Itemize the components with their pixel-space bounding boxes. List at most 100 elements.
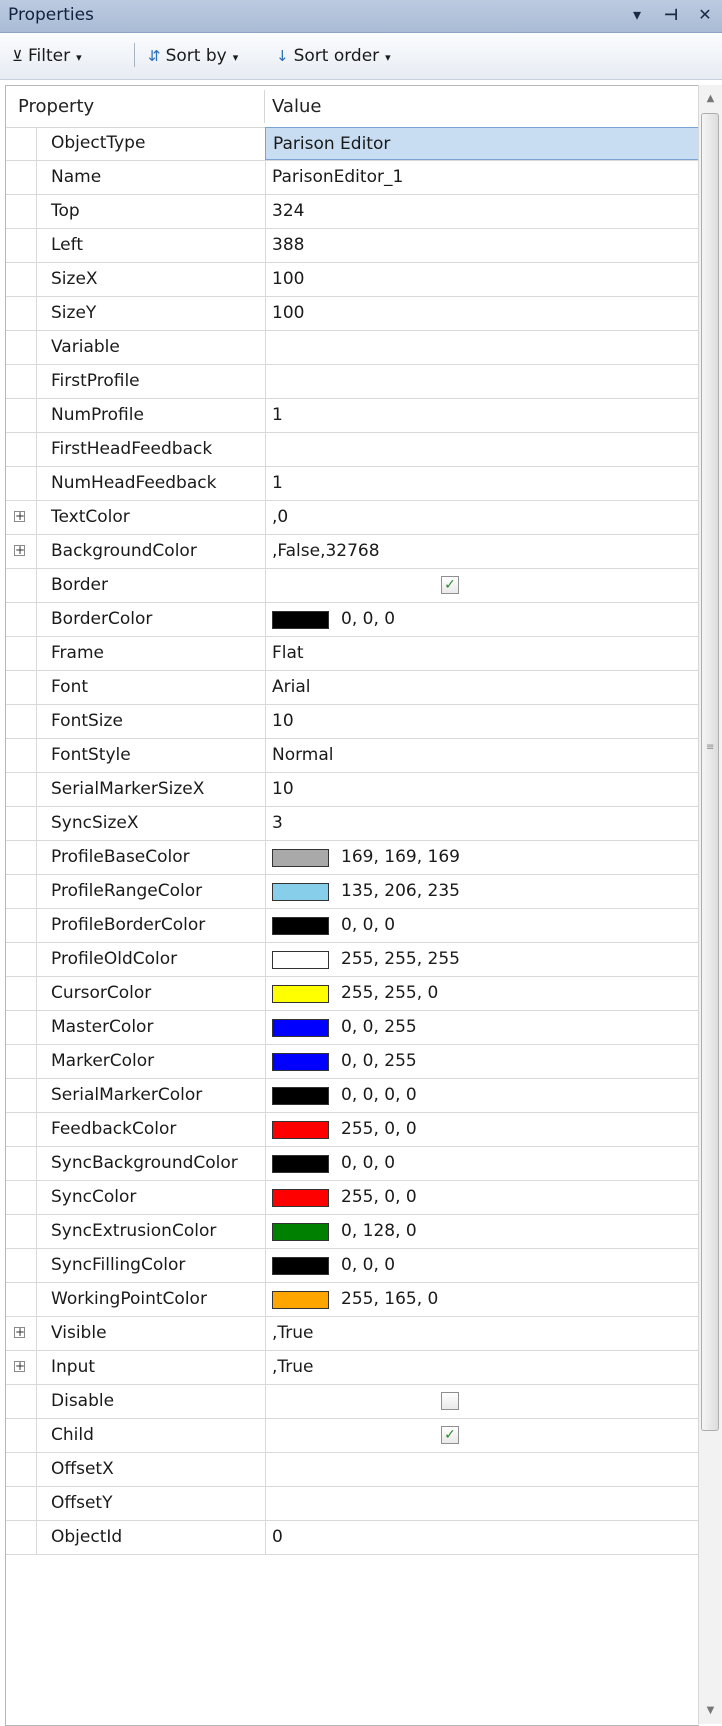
property-value-cell[interactable]: 100 [265,263,699,296]
property-value-cell[interactable]: 255, 165, 0 [265,1283,699,1316]
property-value-cell[interactable]: 0, 0, 255 [265,1011,699,1044]
property-row[interactable]: SyncSizeX 3 [6,807,699,841]
property-row[interactable]: ObjectType Parison Editor [6,127,699,161]
color-swatch[interactable] [272,1257,329,1275]
sort-by-button[interactable]: ⇵ Sort by ▾ [148,46,238,66]
property-value-cell[interactable]: 1 [265,467,699,500]
property-value-cell[interactable]: 1 [265,399,699,432]
property-value-cell[interactable] [265,1453,699,1486]
property-row[interactable]: ProfileOldColor 255, 255, 255 [6,943,699,977]
property-value-cell[interactable]: 10 [265,773,699,806]
scroll-down-icon[interactable]: ▼ [703,1703,718,1718]
color-swatch[interactable] [272,951,329,969]
property-row[interactable]: SyncExtrusionColor 0, 128, 0 [6,1215,699,1249]
property-value-cell[interactable]: 255, 0, 0 [265,1181,699,1214]
property-row[interactable]: MarkerColor 0, 0, 255 [6,1045,699,1079]
property-row[interactable]: OffsetY [6,1487,699,1521]
property-value-cell[interactable]: 0 [265,1521,699,1554]
property-row[interactable]: + Visible ,True [6,1317,699,1351]
sort-order-button[interactable]: ↓ Sort order ▾ [276,46,391,66]
property-value-cell[interactable]: ✓ [265,1419,699,1452]
property-value-cell[interactable]: 0, 0, 0 [265,909,699,942]
property-row[interactable]: SizeY 100 [6,297,699,331]
property-row[interactable]: + Input ,True [6,1351,699,1385]
color-swatch[interactable] [272,1019,329,1037]
property-value-cell[interactable]: 100 [265,297,699,330]
color-swatch[interactable] [272,917,329,935]
property-value-cell[interactable]: ,True [265,1351,699,1384]
property-row[interactable]: FontSize 10 [6,705,699,739]
checkbox-unchecked[interactable] [441,1392,459,1410]
property-row[interactable]: ProfileBorderColor 0, 0, 0 [6,909,699,943]
property-row[interactable]: OffsetX [6,1453,699,1487]
property-row[interactable]: Top 324 [6,195,699,229]
property-row[interactable]: Left 388 [6,229,699,263]
property-value-cell[interactable]: 255, 0, 0 [265,1113,699,1146]
property-value-cell[interactable] [265,1385,699,1418]
checkbox-checked[interactable]: ✓ [441,576,459,594]
expand-icon[interactable]: + [14,1326,25,1338]
property-row[interactable]: WorkingPointColor 255, 165, 0 [6,1283,699,1317]
property-row[interactable]: SyncBackgroundColor 0, 0, 0 [6,1147,699,1181]
property-value-cell[interactable]: Arial [265,671,699,704]
property-row[interactable]: Frame Flat [6,637,699,671]
color-swatch[interactable] [272,611,329,629]
expand-icon[interactable]: + [14,544,25,556]
property-row[interactable]: CursorColor 255, 255, 0 [6,977,699,1011]
property-row[interactable]: NumHeadFeedback 1 [6,467,699,501]
color-swatch[interactable] [272,985,329,1003]
property-row[interactable]: BorderColor 0, 0, 0 [6,603,699,637]
color-swatch[interactable] [272,849,329,867]
property-value-cell[interactable]: 0, 0, 255 [265,1045,699,1078]
property-row[interactable]: MasterColor 0, 0, 255 [6,1011,699,1045]
property-row[interactable]: ObjectId 0 [6,1521,699,1555]
property-row[interactable]: SerialMarkerSizeX 10 [6,773,699,807]
property-value-cell[interactable]: 169, 169, 169 [265,841,699,874]
property-value-cell[interactable]: 388 [265,229,699,262]
property-row[interactable]: SyncColor 255, 0, 0 [6,1181,699,1215]
property-value-cell[interactable]: 135, 206, 235 [265,875,699,908]
color-swatch[interactable] [272,1291,329,1309]
property-value-cell[interactable] [265,331,699,364]
expand-icon[interactable]: + [14,1360,25,1372]
color-swatch[interactable] [272,1189,329,1207]
property-value-cell[interactable]: Parison Editor [265,127,699,160]
property-row[interactable]: FirstProfile [6,365,699,399]
expand-icon[interactable]: + [14,510,25,522]
column-divider[interactable] [264,90,265,123]
property-value-cell[interactable]: 255, 255, 255 [265,943,699,976]
property-value-cell[interactable]: ,True [265,1317,699,1350]
property-row[interactable]: ProfileRangeColor 135, 206, 235 [6,875,699,909]
property-value-cell[interactable]: ParisonEditor_1 [265,161,699,194]
property-value-cell[interactable]: ✓ [265,569,699,602]
window-position-dropdown-icon[interactable]: ▾ [626,4,648,26]
property-row[interactable]: FirstHeadFeedback [6,433,699,467]
checkbox-checked[interactable]: ✓ [441,1426,459,1444]
property-row[interactable]: ProfileBaseColor 169, 169, 169 [6,841,699,875]
close-icon[interactable]: ✕ [694,4,716,26]
pin-icon[interactable]: ⊣ [660,4,682,26]
property-value-cell[interactable]: 0, 128, 0 [265,1215,699,1248]
color-swatch[interactable] [272,1053,329,1071]
property-value-cell[interactable]: 0, 0, 0 [265,603,699,636]
color-swatch[interactable] [272,1121,329,1139]
vertical-scrollbar[interactable]: ▲ ≡ ▼ [698,85,722,1724]
property-row[interactable]: SizeX 100 [6,263,699,297]
property-row[interactable]: Disable [6,1385,699,1419]
property-value-cell[interactable]: 255, 255, 0 [265,977,699,1010]
property-value-cell[interactable]: Flat [265,637,699,670]
property-column-header[interactable]: Property [18,96,94,117]
color-swatch[interactable] [272,1223,329,1241]
property-value-cell[interactable]: 10 [265,705,699,738]
property-row[interactable]: NumProfile 1 [6,399,699,433]
property-value-cell[interactable]: 0, 0, 0, 0 [265,1079,699,1112]
property-value-cell[interactable]: ,0 [265,501,699,534]
property-value-cell[interactable]: 0, 0, 0 [265,1249,699,1282]
property-row[interactable]: Name ParisonEditor_1 [6,161,699,195]
property-value-cell[interactable]: 324 [265,195,699,228]
property-value-cell[interactable] [265,365,699,398]
color-swatch[interactable] [272,1087,329,1105]
property-row[interactable]: SyncFillingColor 0, 0, 0 [6,1249,699,1283]
color-swatch[interactable] [272,883,329,901]
property-value-cell[interactable]: Normal [265,739,699,772]
